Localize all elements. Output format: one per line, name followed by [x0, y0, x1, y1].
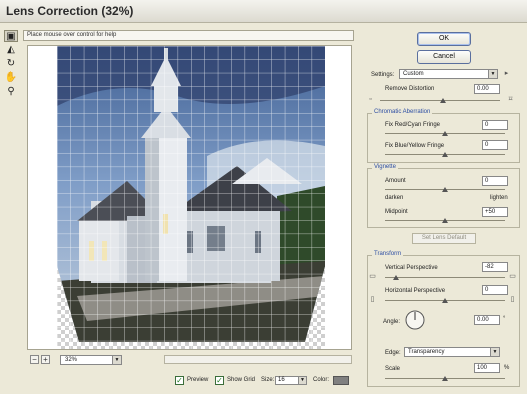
move-grid-tool-icon[interactable]: ↻ [4, 58, 18, 70]
grid-size-select[interactable]: 16 ▼ [275, 376, 307, 385]
red-cyan-slider[interactable] [385, 131, 505, 136]
horizontal-perspective-right-icon: ▯ [510, 296, 515, 303]
preview-checkbox[interactable]: ✓ [175, 376, 184, 385]
edge-value: Transparency [408, 349, 445, 355]
scale-unit: % [504, 365, 510, 371]
lighten-label: lighten [490, 195, 508, 201]
slider-knob[interactable] [442, 298, 448, 303]
scale-label: Scale [385, 366, 401, 372]
grid-size-value: 16 [278, 377, 285, 383]
vignette-amount-slider[interactable] [385, 187, 505, 192]
chevron-down-icon: ▼ [490, 348, 499, 356]
angle-dial-icon[interactable] [405, 310, 425, 330]
pincushion-icon: ▫ [369, 96, 372, 103]
angle-label: Angle: [383, 319, 401, 325]
blue-yellow-slider[interactable] [385, 152, 505, 157]
horizontal-scrollbar[interactable] [164, 355, 352, 364]
chevron-down-icon: ▼ [488, 70, 497, 78]
transform-title: Transform [372, 251, 404, 257]
slider-knob[interactable] [442, 187, 448, 192]
edge-select[interactable]: Transparency ▼ [404, 347, 500, 357]
preview-footer: − + 32% ▼ [30, 355, 352, 366]
slider-knob[interactable] [442, 152, 448, 157]
settings-select[interactable]: Custom ▼ [399, 69, 498, 79]
ok-button[interactable]: OK [417, 32, 471, 46]
chevron-down-icon: ▼ [298, 377, 306, 384]
barrel-icon: ⌑ [508, 96, 513, 103]
horizontal-perspective-field[interactable]: 0 [482, 285, 508, 295]
settings-label: Settings: [371, 72, 395, 78]
settings-menu-icon[interactable]: ▸ [503, 70, 510, 77]
grid-color-swatch[interactable] [333, 376, 349, 385]
show-grid-label: Show Grid [227, 377, 256, 383]
chevron-down-icon: ▼ [112, 356, 121, 364]
angle-unit: ° [503, 316, 506, 322]
straighten-tool-icon[interactable]: ◭ [4, 44, 18, 56]
scale-slider[interactable] [385, 376, 505, 381]
red-cyan-field[interactable]: 0 [482, 120, 508, 130]
window-title: Lens Correction (32%) [6, 4, 134, 18]
settings-value: Custom [403, 71, 424, 77]
remove-distortion-tool-icon[interactable]: ▣ [4, 30, 18, 42]
vertical-perspective-right-icon: ▭ [509, 273, 516, 280]
blue-yellow-field[interactable]: 0 [482, 140, 508, 150]
hand-tool-icon[interactable]: ✋ [4, 72, 18, 84]
remove-distortion-slider[interactable] [380, 98, 500, 103]
slider-knob[interactable] [442, 376, 448, 381]
preview-image[interactable] [57, 46, 325, 349]
zoom-out-button[interactable]: − [30, 355, 39, 364]
zoom-tool-icon[interactable]: ⚲ [4, 86, 18, 98]
zoom-in-button[interactable]: + [41, 355, 50, 364]
angle-field[interactable]: 0.00 [474, 315, 500, 325]
show-grid-checkbox[interactable]: ✓ [215, 376, 224, 385]
slider-knob[interactable] [442, 218, 448, 223]
cancel-button[interactable]: Cancel [417, 50, 471, 64]
zoom-select[interactable]: 32% ▼ [60, 355, 122, 365]
vignette-amount-field[interactable]: 0 [482, 176, 508, 186]
remove-distortion-field[interactable]: 0.00 [474, 84, 500, 94]
slider-knob[interactable] [442, 131, 448, 136]
horizontal-perspective-label: Horizontal Perspective [385, 288, 446, 294]
darken-label: darken [385, 195, 404, 201]
horizontal-perspective-slider[interactable] [385, 298, 505, 303]
midpoint-field[interactable]: +50 [482, 207, 508, 217]
red-cyan-label: Fix Red/Cyan Fringe [385, 122, 441, 128]
preview-label: Preview [187, 377, 209, 383]
grid-size-label: Size: [261, 377, 275, 383]
midpoint-label: Midpoint [385, 209, 408, 215]
edge-label: Edge: [385, 350, 401, 356]
vertical-perspective-label: Vertical Perspective [385, 265, 438, 271]
slider-knob[interactable] [393, 275, 399, 280]
vertical-perspective-slider[interactable] [385, 275, 505, 280]
title-bar: Lens Correction (32%) [0, 0, 527, 23]
grid-options: ✓ Preview ✓ Show Grid Size: 16 ▼ Color: [175, 375, 355, 387]
blue-yellow-label: Fix Blue/Yellow Fringe [385, 143, 445, 149]
slider-knob[interactable] [440, 98, 446, 103]
scale-field[interactable]: 100 [474, 363, 500, 373]
set-lens-default-button[interactable]: Set Lens Default [412, 233, 476, 244]
remove-distortion-label: Remove Distortion [385, 86, 435, 92]
vignette-amount-label: Amount [385, 178, 406, 184]
midpoint-slider[interactable] [385, 218, 505, 223]
vignette-title: Vignette [372, 164, 398, 170]
grid-color-label: Color: [313, 377, 330, 383]
help-hint: Place mouse over control for help [23, 30, 354, 41]
zoom-value: 32% [65, 357, 78, 363]
vertical-perspective-field[interactable]: -82 [482, 262, 508, 272]
vertical-perspective-left-icon: ▭ [369, 273, 376, 280]
toolbox: ▣ ◭ ↻ ✋ ⚲ [2, 28, 22, 98]
chromatic-aberration-title: Chromatic Aberration [372, 109, 433, 115]
horizontal-perspective-left-icon: ▯ [370, 296, 375, 303]
